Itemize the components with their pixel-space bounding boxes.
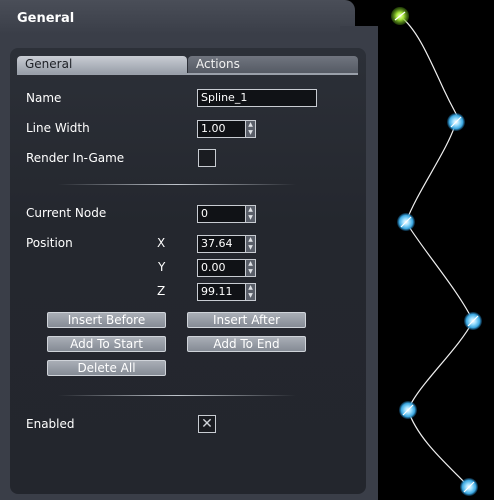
- stepper-up-icon[interactable]: ▲: [247, 121, 254, 128]
- enabled-label: Enabled: [26, 417, 75, 431]
- line-width-field[interactable]: 1.00: [197, 120, 246, 138]
- spline-node[interactable]: [399, 401, 417, 419]
- stepper-up-icon[interactable]: ▲: [247, 236, 254, 243]
- current-node-label: Current Node: [26, 206, 107, 220]
- add-to-end-button[interactable]: Add To End: [187, 336, 306, 352]
- insert-after-button[interactable]: Insert After: [187, 312, 306, 328]
- spline-node-selected[interactable]: [391, 7, 409, 25]
- title-bar-corner: [340, 26, 378, 42]
- properties-panel: General General Actions Name Spline_1 Li…: [0, 0, 378, 500]
- position-z-stepper[interactable]: ▲ ▼: [245, 283, 256, 301]
- stepper-up-icon[interactable]: ▲: [247, 284, 254, 291]
- render-in-game-checkbox[interactable]: [198, 149, 216, 167]
- line-width-stepper[interactable]: ▲ ▼: [245, 120, 256, 138]
- current-node-stepper[interactable]: ▲ ▼: [245, 205, 256, 223]
- stepper-up-icon[interactable]: ▲: [247, 260, 254, 267]
- position-z-label: Z: [157, 284, 166, 298]
- spline-node[interactable]: [447, 113, 465, 131]
- insert-before-button[interactable]: Insert Before: [47, 312, 166, 328]
- position-x-label: X: [157, 236, 166, 250]
- section-divider: [58, 184, 296, 185]
- stepper-down-icon[interactable]: ▼: [247, 268, 254, 275]
- stepper-up-icon[interactable]: ▲: [247, 206, 254, 213]
- section-divider: [58, 395, 296, 396]
- position-z-field[interactable]: 99.11: [197, 283, 246, 301]
- tab-actions[interactable]: Actions: [188, 56, 358, 73]
- panel-title: General: [17, 11, 75, 26]
- add-to-start-button[interactable]: Add To Start: [47, 336, 166, 352]
- stepper-down-icon[interactable]: ▼: [247, 244, 254, 251]
- spline-viewport[interactable]: [378, 0, 494, 500]
- name-label: Name: [26, 91, 62, 105]
- spline-node[interactable]: [397, 213, 415, 231]
- spline-node[interactable]: [464, 312, 482, 330]
- enabled-checkbox[interactable]: ✕: [198, 415, 216, 433]
- stepper-down-icon[interactable]: ▼: [247, 214, 254, 221]
- current-node-field[interactable]: 0: [197, 205, 246, 223]
- delete-all-button[interactable]: Delete All: [47, 360, 166, 376]
- spline-node[interactable]: [460, 478, 478, 496]
- render-in-game-label: Render In-Game: [26, 151, 125, 165]
- line-width-label: Line Width: [26, 121, 90, 135]
- tab-general[interactable]: General: [17, 56, 187, 73]
- tab-strip: [17, 73, 358, 75]
- position-y-stepper[interactable]: ▲ ▼: [245, 259, 256, 277]
- position-y-field[interactable]: 0.00: [197, 259, 246, 277]
- stepper-down-icon[interactable]: ▼: [247, 292, 254, 299]
- name-field[interactable]: Spline_1: [197, 89, 317, 107]
- checkmark-x-icon: ✕: [201, 416, 213, 432]
- position-x-stepper[interactable]: ▲ ▼: [245, 235, 256, 253]
- position-x-field[interactable]: 37.64: [197, 235, 246, 253]
- position-y-label: Y: [158, 260, 166, 274]
- position-label: Position: [26, 236, 73, 250]
- stepper-down-icon[interactable]: ▼: [247, 129, 254, 136]
